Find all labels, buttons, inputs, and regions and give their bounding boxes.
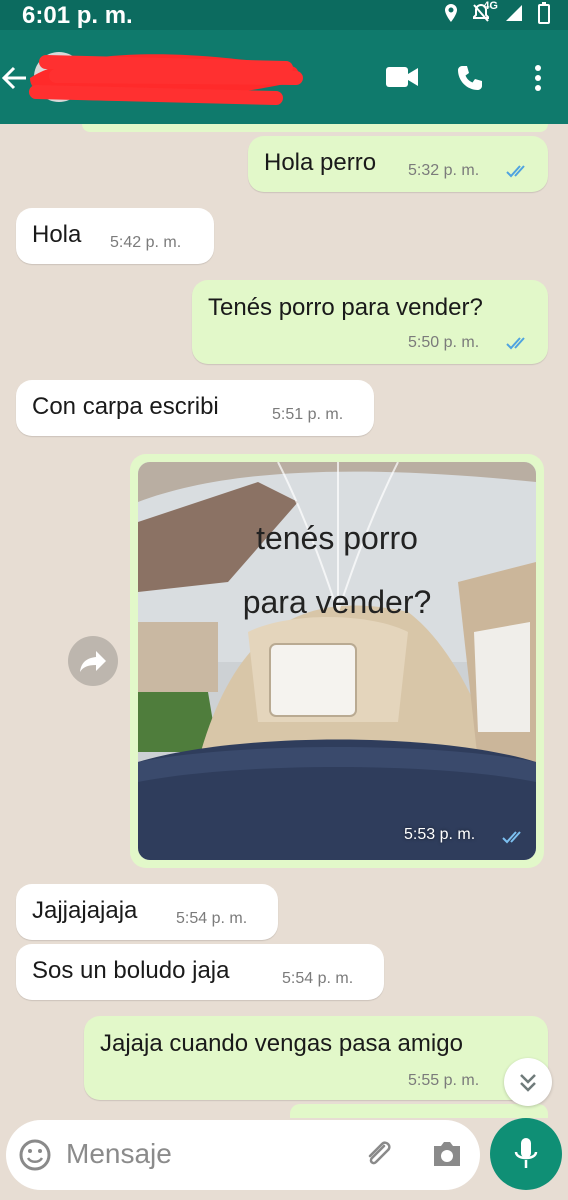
message-text: Hola — [32, 221, 82, 248]
attach-icon[interactable] — [362, 1138, 396, 1177]
location-icon — [444, 3, 458, 23]
message-time: 5:54 p. m. — [176, 910, 248, 927]
image-caption-line: tenés porro — [256, 520, 418, 556]
emoji-icon[interactable] — [18, 1138, 52, 1177]
message-text: Hola perro — [264, 149, 377, 176]
battery-icon — [538, 2, 550, 24]
phone-call-icon[interactable] — [456, 64, 484, 97]
tent-image[interactable]: tenés porro para vender? — [138, 462, 536, 860]
message-input[interactable]: Mensaje — [6, 1120, 480, 1190]
read-ticks-icon — [506, 165, 525, 178]
forward-icon — [80, 651, 106, 672]
forward-button[interactable] — [68, 636, 118, 686]
read-ticks-icon — [502, 831, 521, 844]
more-options-icon[interactable] — [534, 64, 542, 97]
image-caption-line: para vender? — [242, 584, 432, 620]
message-time: 5:54 p. m. — [282, 970, 354, 987]
message-text: Con carpa escribi — [32, 393, 219, 420]
chat-header — [0, 30, 568, 124]
message-time: 5:50 p. m. — [408, 334, 480, 351]
message-bubble-outgoing[interactable]: Hola perro 5:32 p. m. — [248, 136, 548, 192]
mute-icon — [472, 3, 490, 23]
message-bubble-outgoing[interactable]: Jajaja cuando vengas pasa amigo 5:55 p. … — [84, 1016, 548, 1100]
message-time: 5:42 p. m. — [110, 234, 182, 251]
message-bubble-outgoing[interactable]: Tenés porro para vender? 5:50 p. m. — [192, 280, 548, 364]
message-placeholder: Mensaje — [66, 1138, 172, 1169]
message-time: 5:55 p. m. — [408, 1072, 480, 1089]
status-time: 6:01 p. m. — [22, 2, 133, 29]
mic-button[interactable] — [490, 1118, 562, 1190]
video-call-icon[interactable] — [386, 66, 418, 93]
image-message-bubble[interactable]: tenés porro para vender? 5:53 p. m. — [130, 454, 544, 868]
status-icons — [444, 2, 550, 24]
back-arrow-icon[interactable] — [1, 66, 28, 95]
message-text: Jajaja cuando vengas pasa amigo — [100, 1030, 463, 1057]
partial-message-bubble — [82, 124, 548, 132]
message-bubble-incoming[interactable]: Con carpa escribi 5:51 p. m. — [16, 380, 374, 436]
message-time: 5:32 p. m. — [408, 162, 480, 179]
message-text: Jajjajajaja — [32, 897, 138, 924]
status-bar: 6:01 p. m. 4G — [0, 0, 568, 30]
scroll-to-bottom-button[interactable] — [504, 1058, 552, 1106]
message-time: 5:51 p. m. — [272, 406, 344, 423]
mic-icon — [514, 1138, 538, 1168]
read-ticks-icon — [506, 337, 525, 350]
message-bubble-incoming[interactable]: Hola 5:42 p. m. — [16, 208, 214, 264]
message-bubble-incoming[interactable]: Sos un boludo jaja 5:54 p. m. — [16, 944, 384, 1000]
redacted-contact-name[interactable] — [26, 48, 304, 108]
chat-area[interactable]: Hola perro 5:32 p. m. Hola 5:42 p. m. Te… — [0, 124, 568, 1124]
signal-icon — [504, 3, 524, 23]
camera-icon[interactable] — [430, 1138, 464, 1175]
message-time: 5:53 p. m. — [404, 826, 476, 843]
message-bubble-incoming[interactable]: Jajjajajaja 5:54 p. m. — [16, 884, 278, 940]
double-chevron-down-icon — [520, 1074, 536, 1092]
message-text: Sos un boludo jaja — [32, 957, 230, 984]
message-text: Tenés porro para vender? — [208, 294, 483, 321]
message-composer: Mensaje — [0, 1118, 568, 1200]
